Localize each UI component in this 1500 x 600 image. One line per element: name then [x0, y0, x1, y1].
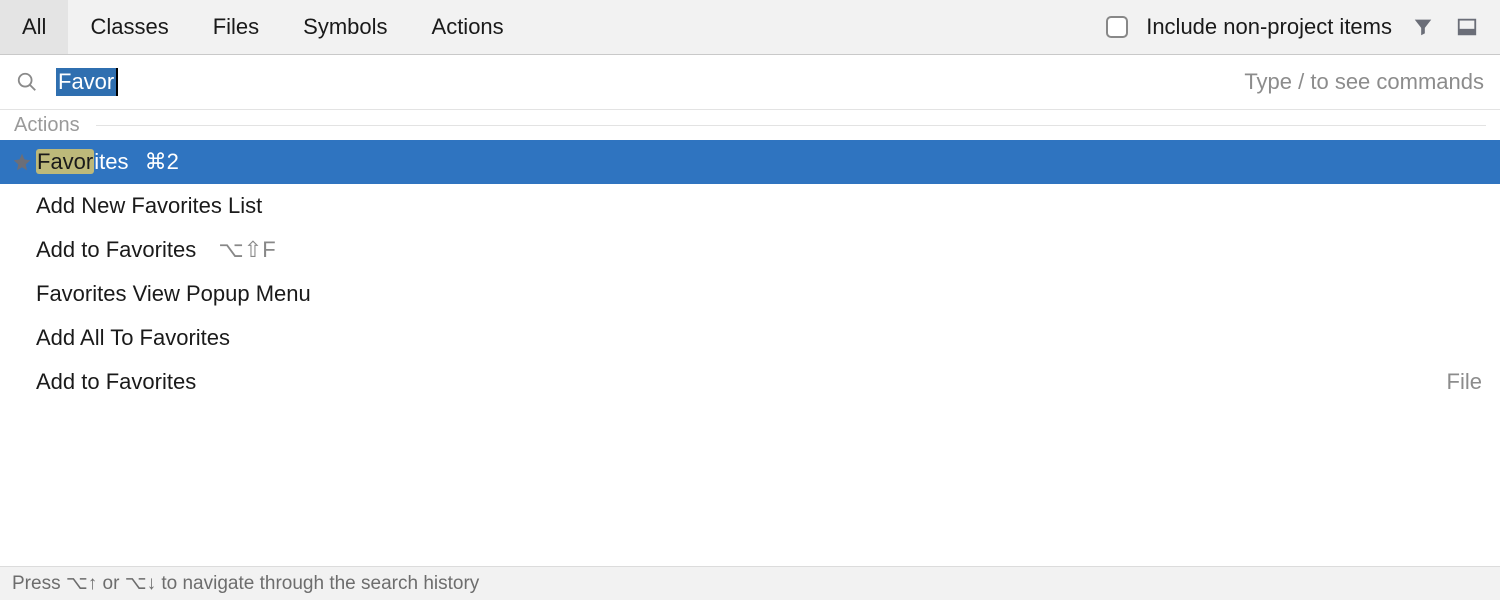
filter-icon[interactable] [1410, 14, 1436, 40]
result-shortcut: ⌘2 [139, 149, 179, 175]
result-label: Add New Favorites List [36, 193, 262, 219]
result-row[interactable]: Favorites ⌘2 [0, 140, 1500, 184]
section-divider [96, 125, 1486, 126]
tab-classes[interactable]: Classes [68, 0, 190, 54]
result-row[interactable]: Add All To Favorites [0, 316, 1500, 360]
include-nonproject-checkbox[interactable] [1106, 16, 1128, 38]
result-label: Favorites View Popup Menu [36, 281, 311, 307]
search-icon [16, 71, 38, 93]
tab-symbols[interactable]: Symbols [281, 0, 409, 54]
result-label: Favorites [36, 149, 129, 175]
tab-all[interactable]: All [0, 0, 68, 54]
result-row[interactable]: Add to Favorites ⌥⇧F [0, 228, 1500, 272]
footer-text: Press ⌥↑ or ⌥↓ to navigate through the s… [12, 572, 479, 595]
tab-files[interactable]: Files [191, 0, 281, 54]
section-header-label: Actions [14, 114, 80, 137]
section-header-actions: Actions [0, 110, 1500, 140]
result-label: Add to Favorites [36, 369, 196, 395]
include-nonproject-label: Include non-project items [1146, 14, 1392, 40]
search-row: Favor Type / to see commands [0, 55, 1500, 110]
window-icon[interactable] [1454, 14, 1480, 40]
result-row[interactable]: Favorites View Popup Menu [0, 272, 1500, 316]
result-row[interactable]: Add New Favorites List [0, 184, 1500, 228]
text-caret [116, 68, 118, 96]
result-label: Add All To Favorites [36, 325, 230, 351]
results-list: Favorites ⌘2 Add New Favorites List Add … [0, 140, 1500, 404]
tab-actions[interactable]: Actions [410, 0, 526, 54]
result-shortcut: ⌥⇧F [206, 237, 275, 263]
search-hint: Type / to see commands [1244, 69, 1484, 95]
search-query-text: Favor [56, 68, 116, 96]
search-input[interactable]: Favor [56, 68, 1244, 96]
star-icon [8, 152, 36, 172]
result-context: File [1447, 369, 1500, 395]
search-tabs: All Classes Files Symbols Actions Includ… [0, 0, 1500, 55]
result-row[interactable]: Add to Favorites File [0, 360, 1500, 404]
result-label: Add to Favorites [36, 237, 196, 263]
footer-hint: Press ⌥↑ or ⌥↓ to navigate through the s… [0, 566, 1500, 600]
